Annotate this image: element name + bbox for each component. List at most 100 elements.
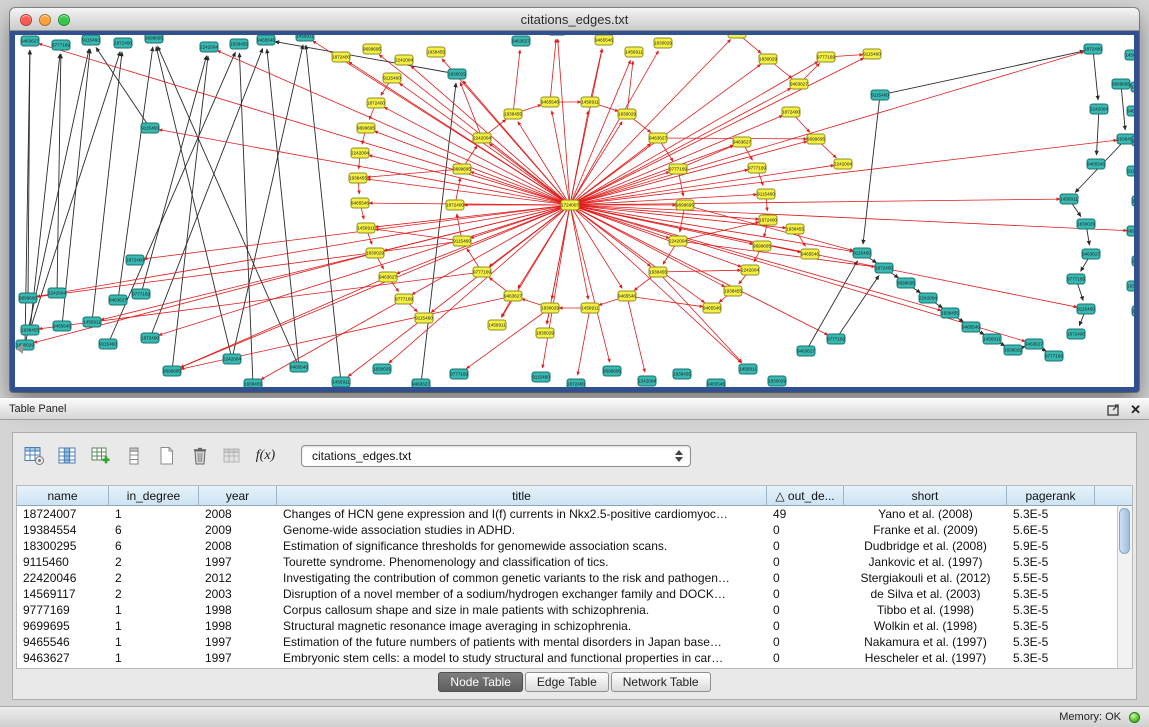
graph-edge[interactable]: [836, 276, 879, 340]
graph-edge[interactable]: [39, 44, 570, 205]
graph-edge[interactable]: [1093, 49, 1098, 100]
graph-edge[interactable]: [34, 253, 375, 343]
graph-node[interactable]: 9463627: [504, 291, 522, 301]
graph-node[interactable]: 1456911: [83, 317, 101, 327]
graph-node[interactable]: 1938455: [244, 379, 262, 387]
graph-node[interactable]: 9463627: [412, 379, 430, 387]
column-header-year[interactable]: year: [199, 486, 277, 506]
graph-node[interactable]: 2242004: [1132, 256, 1134, 266]
graph-node[interactable]: 1938455: [21, 325, 39, 335]
graph-node[interactable]: 9777169: [748, 163, 766, 173]
table-row[interactable]: 969969511998Structural magnetic resonanc…: [17, 618, 1132, 634]
graph-node[interactable]: 9777169: [817, 52, 835, 62]
graph-node[interactable]: 1830029: [768, 376, 786, 386]
graph-node[interactable]: 9699695: [1127, 226, 1134, 236]
graph-node[interactable]: 1872400: [446, 200, 464, 210]
table-mode-button[interactable]: [21, 443, 48, 469]
graph-node[interactable]: 9463627: [109, 295, 127, 305]
graph-node[interactable]: 9777169: [473, 267, 491, 277]
graph-node[interactable]: 1456911: [728, 35, 746, 38]
graph-node[interactable]: 1872400: [782, 107, 800, 117]
graph-node[interactable]: 9465546: [595, 35, 613, 45]
graph-edge[interactable]: [159, 130, 570, 205]
graph-node[interactable]: 9463627: [1127, 106, 1134, 116]
graph-edge[interactable]: [543, 205, 571, 368]
graph-node[interactable]: 9465546: [1132, 306, 1134, 316]
graph-node[interactable]: 9699695: [145, 35, 163, 43]
graph-node[interactable]: 9699695: [1112, 79, 1130, 89]
graph-node[interactable]: 9463627: [1025, 339, 1043, 349]
zoom-button[interactable]: [58, 14, 70, 26]
create-table-button[interactable]: [153, 443, 180, 469]
graph-node[interactable]: 2242004: [638, 376, 656, 386]
network-canvas[interactable]: 1724007 9699695 2242004 1938455 9465546 …: [15, 35, 1134, 387]
graph-node[interactable]: 1872400: [332, 52, 350, 62]
graph-edge[interactable]: [570, 199, 1060, 205]
graph-node[interactable]: 9465546: [703, 303, 721, 313]
column-header-out_de[interactable]: △ out_de...: [767, 486, 844, 506]
graph-edge[interactable]: [880, 51, 1084, 95]
scrollbar-thumb[interactable]: [1119, 508, 1130, 554]
graph-node[interactable]: 1830029: [1131, 82, 1134, 92]
graph-node[interactable]: 1872400: [1084, 44, 1102, 54]
graph-edge[interactable]: [678, 241, 875, 267]
table-row[interactable]: 911546021997Tourette syndrome. Phenomeno…: [17, 554, 1132, 570]
graph-edge[interactable]: [558, 39, 570, 205]
graph-node[interactable]: 2242004: [834, 159, 852, 169]
graph-edge[interactable]: [369, 155, 570, 205]
graph-node[interactable]: 9699695: [453, 164, 471, 174]
graph-node[interactable]: 9115460: [141, 123, 159, 133]
graph-node[interactable]: 9777169: [669, 164, 687, 174]
graph-edge[interactable]: [431, 205, 570, 313]
graph-node[interactable]: 9699695: [603, 366, 621, 376]
graph-edge[interactable]: [384, 107, 570, 205]
graph-node[interactable]: 2242004: [223, 354, 241, 364]
graph-node[interactable]: 1456911: [357, 223, 375, 233]
graph-node[interactable]: 9699695: [19, 293, 37, 303]
graph-node[interactable]: 2242004: [669, 236, 687, 246]
select-columns-button[interactable]: [54, 443, 81, 469]
graph-node[interactable]: 1830029: [618, 109, 636, 119]
graph-node[interactable]: 9699695: [163, 366, 181, 376]
graph-node[interactable]: 1456911: [983, 334, 1001, 344]
graph-edge[interactable]: [267, 49, 299, 367]
float-panel-icon[interactable]: [1107, 404, 1120, 416]
tab-edge-table[interactable]: Edge Table: [525, 672, 609, 692]
graph-node[interactable]: 9115460: [1127, 166, 1134, 176]
graph-edge[interactable]: [239, 53, 253, 384]
delete-column-button-disabled[interactable]: [219, 443, 246, 469]
graph-edge[interactable]: [1097, 109, 1100, 155]
graph-node[interactable]: 1830029: [541, 303, 559, 313]
graph-edge[interactable]: [389, 205, 570, 363]
column-header-name[interactable]: name: [17, 486, 109, 506]
graph-node[interactable]: 9777169: [827, 334, 845, 344]
table-row[interactable]: 977716911998Corpus callosum shape and si…: [17, 602, 1132, 618]
graph-node[interactable]: 1872400: [1132, 196, 1134, 206]
graph-node[interactable]: 9777169: [1067, 274, 1085, 284]
graph-node[interactable]: 9115460: [853, 248, 871, 258]
graph-node[interactable]: 1830029: [1004, 345, 1022, 355]
table-row[interactable]: 1872400712008Changes of HCN gene express…: [17, 506, 1132, 522]
graph-edge[interactable]: [627, 296, 645, 372]
graph-node[interactable]: 1830029: [366, 248, 384, 258]
graph-node[interactable]: 9465546: [257, 35, 275, 45]
graph-edge[interactable]: [570, 140, 1117, 205]
graph-node[interactable]: 9465546: [351, 198, 369, 208]
graph-node[interactable]: 9777169: [395, 294, 413, 304]
graph-node[interactable]: 1938455: [649, 267, 667, 277]
window-titlebar[interactable]: citations_edges.txt: [10, 8, 1139, 31]
graph-node[interactable]: 1724007: [561, 200, 579, 210]
graph-node[interactable]: 9115460: [82, 35, 100, 45]
graph-edge[interactable]: [570, 62, 818, 206]
graph-node[interactable]: 1872400: [567, 379, 585, 387]
close-button[interactable]: [20, 14, 32, 26]
add-column-button[interactable]: [87, 443, 114, 469]
graph-edge[interactable]: [570, 52, 1084, 205]
graph-edge[interactable]: [570, 49, 602, 205]
graph-node[interactable]: 2242004: [200, 42, 218, 52]
graph-node[interactable]: 9699695: [357, 123, 375, 133]
tab-node-table[interactable]: Node Table: [438, 672, 523, 692]
graph-node[interactable]: 9115460: [532, 372, 550, 382]
column-header-title[interactable]: title: [277, 486, 767, 506]
graph-node[interactable]: 9777169: [1132, 136, 1134, 146]
